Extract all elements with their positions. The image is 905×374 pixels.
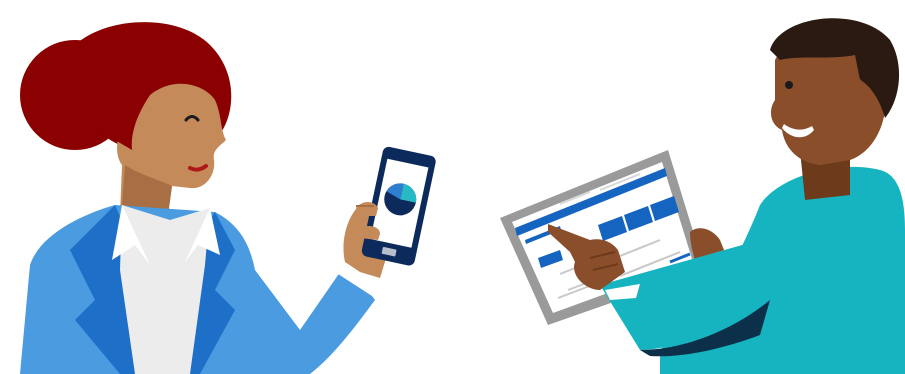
man-with-tablet-illustration xyxy=(500,18,905,374)
illustration-scene xyxy=(0,0,905,374)
